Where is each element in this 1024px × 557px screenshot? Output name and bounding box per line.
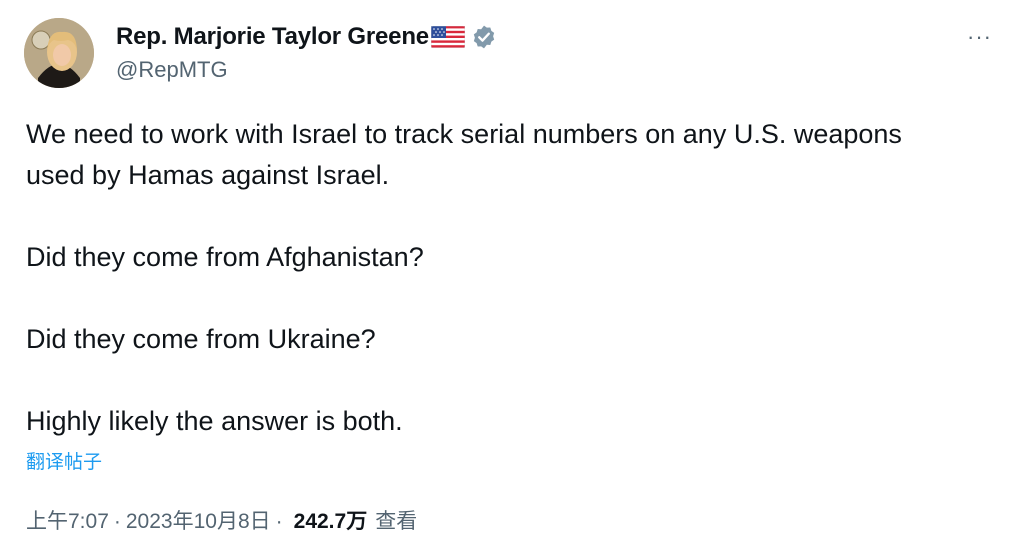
us-flag-icon (430, 26, 465, 48)
tweet-card: Rep. Marjorie Taylor Greene @RepMTG ··· … (0, 0, 1024, 557)
view-count: 242.7万 (293, 510, 368, 533)
tweet-line: Highly likely the answer is both. (26, 406, 403, 436)
meta-separator: · (113, 510, 121, 533)
tweet-meta: 上午7:07 · 2023年10月8日 · 242.7万 查看 (26, 505, 417, 535)
author-row: Rep. Marjorie Taylor Greene (116, 22, 497, 52)
views-label: 查看 (375, 510, 418, 533)
tweet-line: used by Hamas against Israel. (26, 160, 390, 190)
post-time[interactable]: 上午7:07 (26, 505, 109, 535)
post-date[interactable]: 2023年10月8日 (126, 505, 271, 535)
meta-separator: · (275, 510, 283, 533)
verified-badge-icon[interactable] (471, 24, 497, 50)
translate-post-link[interactable]: 翻译帖子 (26, 447, 102, 474)
more-options-button[interactable]: ··· (967, 24, 992, 50)
tweet-text: We need to work with Israel to track ser… (26, 114, 1006, 442)
avatar[interactable] (24, 18, 94, 88)
author-handle[interactable]: @RepMTG (116, 57, 228, 83)
tweet-line: Did they come from Afghanistan? (26, 242, 424, 272)
tweet-line: We need to work with Israel to track ser… (26, 119, 902, 149)
author-display-name[interactable]: Rep. Marjorie Taylor Greene (116, 23, 429, 51)
tweet-line: Did they come from Ukraine? (26, 324, 376, 354)
